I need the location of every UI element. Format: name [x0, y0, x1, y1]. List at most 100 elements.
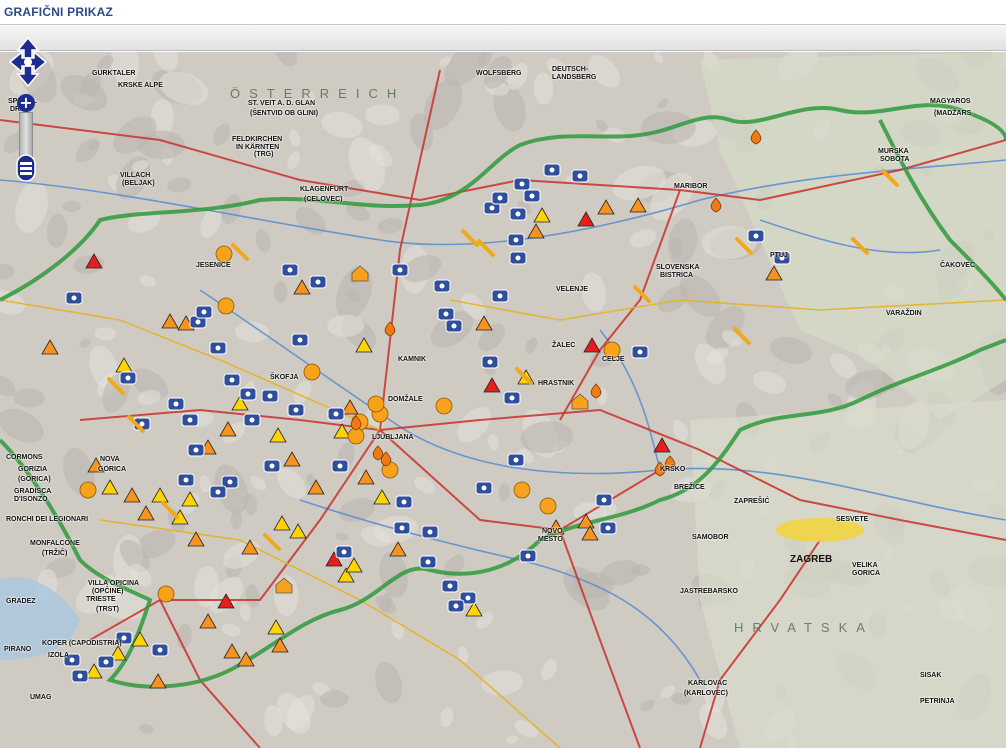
- place-label: SLOVENSKA: [656, 264, 700, 271]
- place-label: GRADEZ: [6, 598, 36, 605]
- map-toolbar: [0, 25, 1006, 51]
- incident-circle-icon: [303, 363, 321, 381]
- phone-icon-dial: [227, 479, 233, 485]
- place-label: GURKTALER: [92, 70, 136, 77]
- phone-icon-dial: [605, 525, 611, 531]
- place-label: (GORICA): [18, 476, 51, 483]
- map-canvas[interactable]: [0, 52, 1006, 748]
- phone-icon-dial: [401, 499, 407, 505]
- place-label: D'ISONZO: [14, 496, 48, 503]
- phone-icon-dial: [487, 359, 493, 365]
- place-label: BISTRICA: [660, 272, 694, 279]
- phone-icon-dial: [465, 595, 471, 601]
- phone-icon-dial: [69, 657, 75, 663]
- phone-icon-dial: [497, 293, 503, 299]
- place-label: VILLA OPICINA: [88, 580, 140, 587]
- phone-icon-dial: [103, 659, 109, 665]
- phone-icon-dial: [577, 173, 583, 179]
- place-label: MESTO: [538, 536, 563, 543]
- place-label: KLAGENFURT: [300, 186, 349, 193]
- phone-icon-dial: [601, 497, 607, 503]
- phone-icon-dial: [173, 401, 179, 407]
- phone-icon-dial: [195, 319, 201, 325]
- phone-icon-dial: [481, 485, 487, 491]
- phone-icon-dial: [229, 377, 235, 383]
- place-label: KRSKE ALPE: [118, 82, 163, 89]
- place-label: (TRG): [254, 151, 274, 158]
- place-label: CELJE: [602, 356, 625, 363]
- phone-icon-dial: [513, 457, 519, 463]
- phone-icon-dial: [125, 375, 131, 381]
- place-label: JASTREBARSKO: [680, 588, 738, 595]
- place-label: JESENICE: [196, 262, 231, 269]
- place-label: (BELJAK): [122, 180, 155, 187]
- incident-circle-icon: [539, 497, 557, 515]
- pan-arrows-icon[interactable]: [8, 36, 48, 88]
- phone-icon-dial: [183, 477, 189, 483]
- phone-icon-dial: [549, 167, 555, 173]
- phone-icon-dial: [77, 673, 83, 679]
- place-label: HRASTNIK: [538, 380, 575, 387]
- place-label: (KARLOVEC): [684, 690, 728, 697]
- place-label: MONFALCONE: [30, 540, 80, 547]
- place-label: GRADISCA: [14, 488, 52, 495]
- place-label: LANDSBERG: [552, 74, 597, 81]
- place-label: (MADŽARS: [934, 110, 972, 117]
- place-label: ŠKOFJA: [270, 374, 299, 381]
- city-label-zagreb: ZAGREB: [790, 554, 833, 565]
- place-label: TRIESTE: [86, 596, 116, 603]
- place-label: ŽALEC: [552, 342, 576, 349]
- phone-icon-dial: [515, 255, 521, 261]
- place-label: CORMONS: [6, 454, 43, 461]
- phone-icon-dial: [453, 603, 459, 609]
- place-label: DEUTSCH-: [552, 66, 589, 73]
- phone-icon-dial: [427, 529, 433, 535]
- phone-icon-dial: [637, 349, 643, 355]
- place-label: RONCHI DEI LEGIONARI: [6, 516, 89, 523]
- place-label: MARIBOR: [674, 183, 708, 190]
- phone-icon-dial: [399, 525, 405, 531]
- phone-icon-dial: [753, 233, 759, 239]
- place-label: VELENJE: [556, 286, 588, 293]
- zoom-out-button[interactable]: [16, 154, 36, 182]
- place-label: PIRANO: [4, 646, 32, 653]
- lowland-area: [690, 400, 1006, 748]
- incident-circle-icon: [367, 395, 385, 413]
- place-label: LJUBLJANA: [372, 434, 414, 441]
- phone-icon-dial: [215, 489, 221, 495]
- phone-icon-dial: [515, 211, 521, 217]
- place-label: (TRŽIČ): [42, 550, 68, 557]
- place-label: (TRST): [96, 606, 119, 613]
- phone-icon-dial: [525, 553, 531, 559]
- phone-icon-dial: [513, 237, 519, 243]
- incident-circle-icon: [513, 481, 531, 499]
- phone-icon-dial: [249, 417, 255, 423]
- map-navigation: +: [8, 36, 48, 186]
- phone-icon-dial: [439, 283, 445, 289]
- map-view[interactable]: GURKTALER KRSKE ALPE ÖSTERREICH ST. VEIT A.…: [0, 52, 1006, 748]
- title-bar: GRAFIČNI PRIKAZ: [0, 0, 1006, 25]
- place-label: ST. VEIT A. D. GLAN: [248, 100, 316, 107]
- zoom-in-button[interactable]: +: [17, 94, 35, 112]
- place-label: KRŠKO: [660, 466, 686, 473]
- phone-icon-dial: [397, 267, 403, 273]
- phone-icon-dial: [519, 181, 525, 187]
- place-label: (ŠENTVID OB GLINI): [250, 110, 319, 117]
- place-label: ČAKOVEC: [940, 262, 976, 269]
- incident-circle-icon: [217, 297, 235, 315]
- place-label: PETRINJA: [920, 698, 955, 705]
- country-label: ÖSTERREICH: [230, 86, 406, 101]
- phone-icon-dial: [451, 323, 457, 329]
- phone-icon-dial: [121, 635, 127, 641]
- place-label: KOPER (CAPODISTRIA): [42, 640, 122, 647]
- phone-icon-dial: [293, 407, 299, 413]
- place-label: GORICA: [98, 466, 126, 473]
- place-label: MURSKA: [878, 148, 909, 155]
- place-label: (CELOVEC): [304, 196, 343, 203]
- country-label: HRVATSKA: [734, 620, 874, 635]
- phone-icon-dial: [509, 395, 515, 401]
- phone-icon-dial: [447, 583, 453, 589]
- place-label: SAMOBOR: [692, 534, 729, 541]
- place-label: BREŽICE: [674, 484, 705, 491]
- phone-icon-dial: [187, 417, 193, 423]
